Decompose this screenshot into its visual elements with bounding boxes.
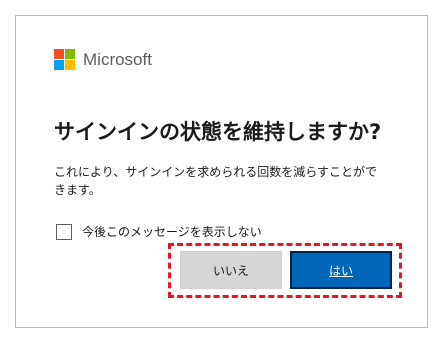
dont-show-again-row[interactable]: 今後このメッセージを表示しない bbox=[56, 223, 262, 240]
no-button[interactable]: いいえ bbox=[180, 251, 282, 289]
yes-button[interactable]: はい bbox=[290, 251, 392, 289]
dont-show-again-checkbox[interactable] bbox=[56, 223, 72, 240]
dont-show-again-label[interactable]: 今後このメッセージを表示しない bbox=[82, 223, 262, 240]
brand-header: Microsoft bbox=[54, 49, 152, 70]
dialog-title: サインインの状態を維持しますか? bbox=[54, 120, 382, 144]
microsoft-logo-icon bbox=[54, 49, 75, 70]
dialog-description: これにより、サインインを求められる回数を減らすことができます。 bbox=[54, 165, 378, 197]
brand-name: Microsoft bbox=[83, 49, 152, 69]
